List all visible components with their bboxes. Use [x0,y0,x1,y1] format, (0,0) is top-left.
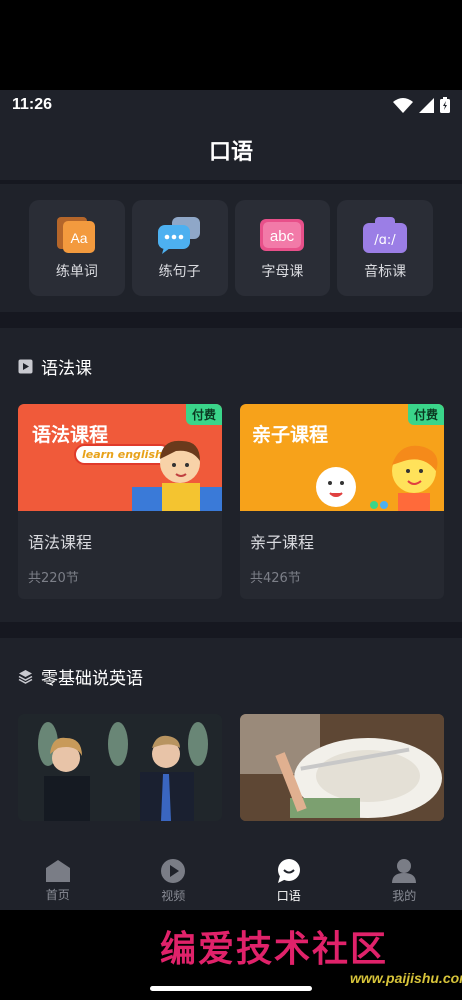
status-time: 11:26 [12,96,53,113]
video-thumbnail [240,714,444,821]
anchors-photo [18,714,222,821]
restaurant-photo [240,714,444,821]
basics-cards [18,714,444,821]
boy-illustration [132,440,222,511]
course-thumbnail: 语法课程 learn english 付费 [18,404,222,511]
tools-row: Aa 练单词 练句子 abc 字母课 /ɑ:/ 音标课 [0,184,462,312]
tool-phonetics-course[interactable]: /ɑ:/ 音标课 [337,200,433,296]
page-title: 口语 [208,140,253,165]
tool-label: 练句子 [158,264,201,280]
grammar-cards: 语法课程 learn english 付费 语法课程 共220节 亲子课程 付费… [18,404,444,599]
status-icons [393,97,450,113]
paid-badge: 付费 [185,404,222,425]
layers-icon [18,669,33,684]
course-card-grammar[interactable]: 语法课程 learn english 付费 语法课程 共220节 [18,404,222,599]
wifi-icon [393,97,413,113]
speech-icon [277,859,300,883]
abc-icon: abc [260,219,305,251]
play-box-icon [18,359,33,373]
course-card-parent-child[interactable]: 亲子课程 付费 亲子课程 共426节 [240,404,444,599]
tab-home[interactable]: 首页 [0,852,116,910]
card-title: 亲子课程 [250,533,315,552]
home-indicator[interactable] [150,986,312,991]
chat-bubbles-icon [157,217,200,254]
card-lesson-count: 共220节 [28,571,79,586]
card-body: 亲子课程 共426节 [240,511,444,599]
signal-icon [419,97,434,113]
svg-text:Aa: Aa [70,230,87,246]
tab-speaking[interactable]: 口语 [231,852,347,910]
video-thumbnail [18,714,222,821]
grammar-section-header: 语法课 [18,328,444,404]
section-title: 语法课 [41,358,92,379]
tab-profile[interactable]: 我的 [347,852,462,910]
tool-label: 字母课 [261,264,304,280]
tool-label: 音标课 [364,264,407,280]
basics-section-header: 零基础说英语 [18,638,444,714]
card-lesson-count: 共426节 [250,571,301,586]
svg-text:abc: abc [270,228,295,245]
tab-video[interactable]: 视频 [116,852,232,910]
tab-label: 我的 [392,889,417,903]
card-body: 语法课程 共220节 [18,511,222,599]
watermark: 编爱技术社区 www.paijishu.com [160,920,462,990]
phonetic-icon: /ɑ:/ [363,217,408,253]
tab-label: 口语 [276,889,301,903]
home-icon [45,860,70,882]
tab-label: 视频 [161,889,186,903]
tool-label: 练单词 [55,264,98,280]
play-icon [161,859,186,883]
paid-badge: 付费 [407,404,444,425]
bottom-tab-bar: 首页 视频 口语 我的 [0,852,462,910]
thumb-title: 语法课程 [32,424,109,446]
profile-icon [392,859,417,883]
svg-text:/ɑ:/: /ɑ:/ [374,233,396,248]
watermark-url: www.paijishu.com [350,970,462,986]
watermark-text: 编爱技术社区 [160,928,389,970]
grammar-section: 语法课 语法课程 learn english 付费 语法课程 共220节 亲子课… [0,328,462,622]
tool-alphabet-course[interactable]: abc 字母课 [234,200,331,296]
kids-illustration [316,445,438,511]
app-screen: 11:26 口语 Aa 练单词 练句子 abc 字母课 /ɑ:/ 音标课 语法课… [0,90,462,910]
tool-practice-sentences[interactable]: 练句子 [131,200,228,296]
flashcard-icon: Aa [56,217,95,253]
course-thumbnail: 亲子课程 付费 [240,404,444,511]
section-title: 零基础说英语 [41,668,143,689]
tool-practice-words[interactable]: Aa 练单词 [29,200,125,296]
page-header: 口语 [0,120,462,180]
status-bar: 11:26 [0,90,462,120]
tab-label: 首页 [45,888,70,902]
video-card-news-anchors[interactable] [18,714,222,821]
card-title: 语法课程 [28,533,93,552]
video-card-restaurant[interactable] [240,714,444,821]
battery-icon [440,97,450,113]
